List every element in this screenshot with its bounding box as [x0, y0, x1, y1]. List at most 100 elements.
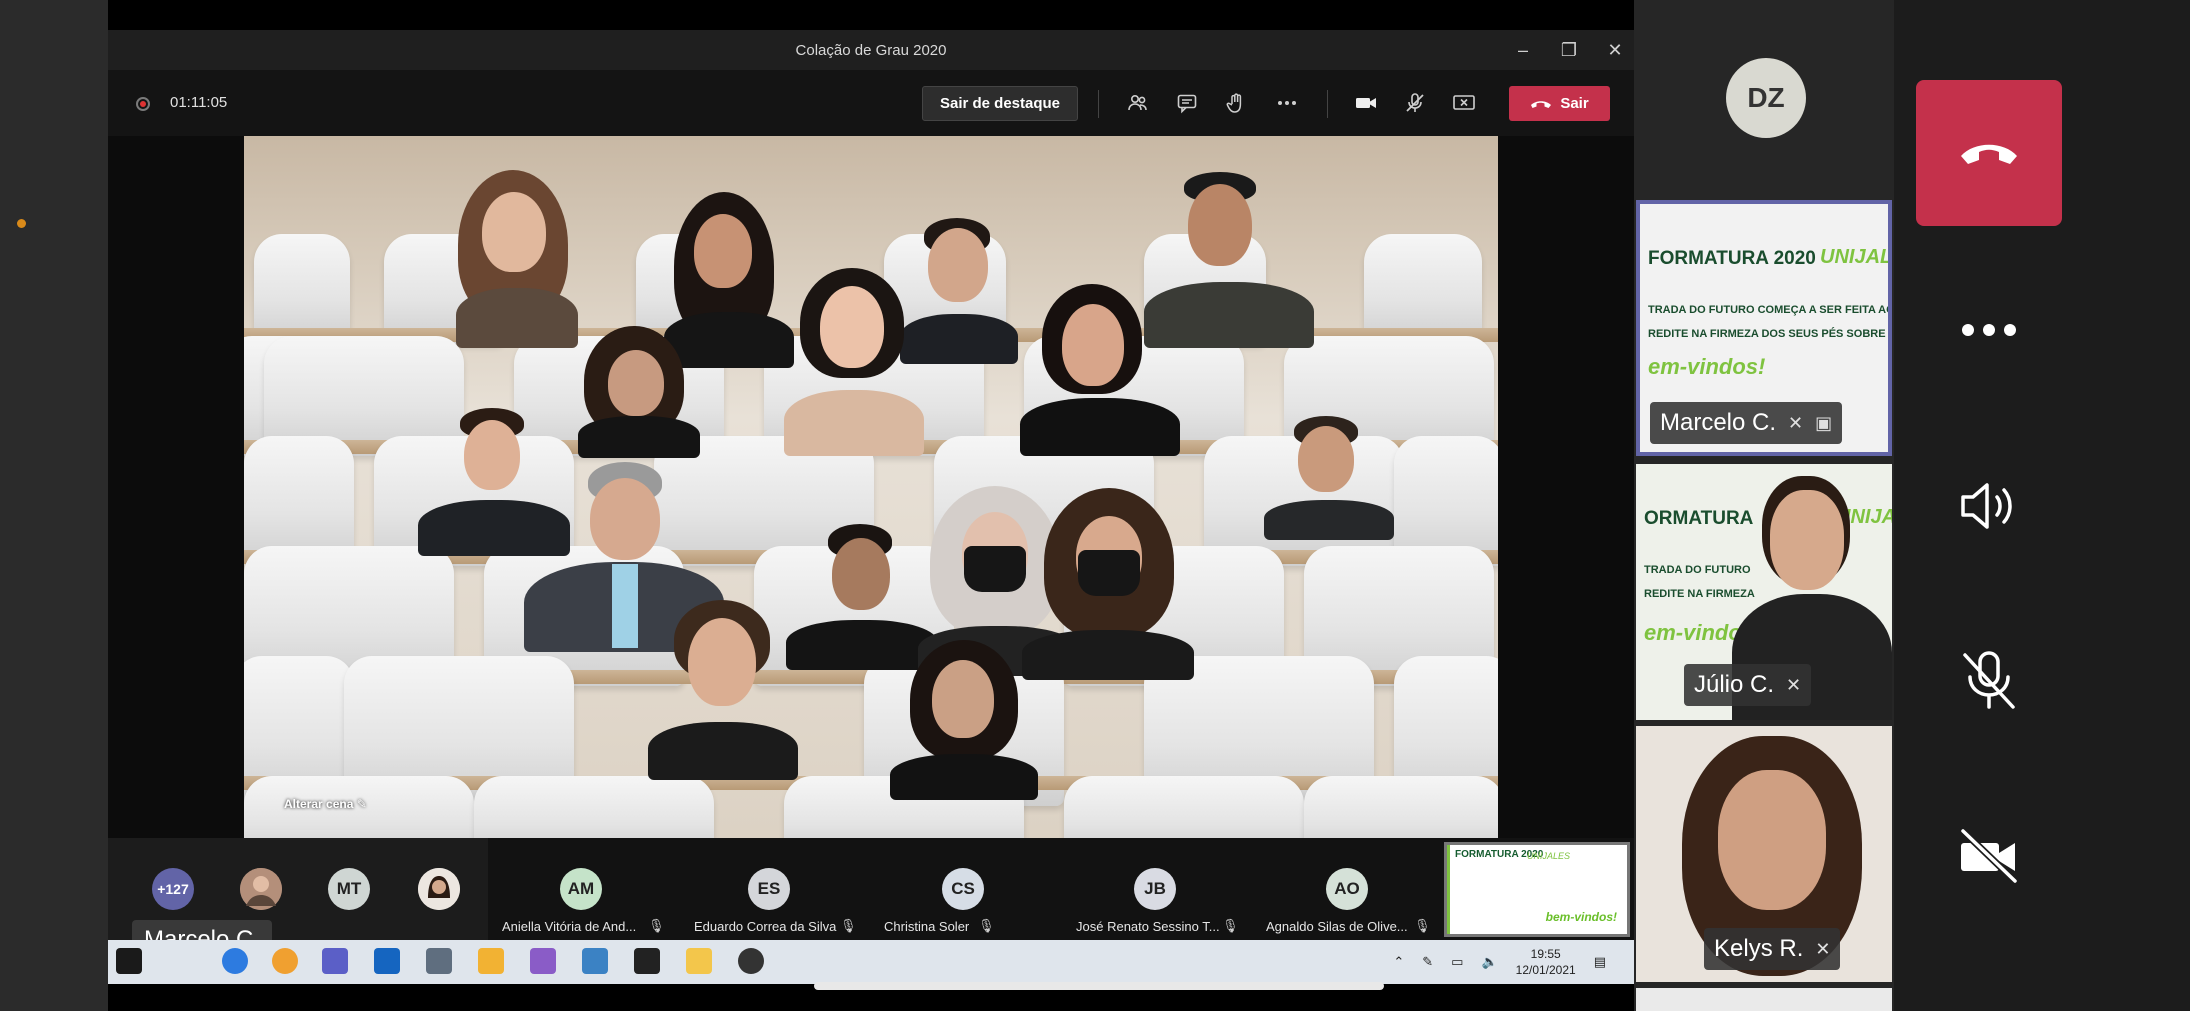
avatar[interactable]: AO [1326, 868, 1368, 910]
together-mode-stage: Alterar cena ✎ [244, 136, 1498, 838]
camera-off-icon [1960, 828, 2018, 884]
mic-off-icon: ✕ [1815, 938, 1831, 959]
participant-tile[interactable]: Kelys R. ✕ [1636, 726, 1892, 982]
call-controls [1894, 0, 2190, 1011]
participant-name: Aniella Vitória de And... [502, 919, 637, 934]
network-icon[interactable]: ▭ [1451, 954, 1463, 970]
camera-icon[interactable] [1353, 90, 1379, 116]
participant-video [634, 600, 814, 780]
raise-hand-icon[interactable] [1223, 90, 1249, 116]
outlook-icon[interactable] [374, 948, 400, 974]
avatar[interactable] [240, 868, 282, 910]
participant-video [774, 268, 934, 458]
notification-dot [17, 219, 26, 228]
microphone-muted-icon [1963, 651, 2015, 709]
title-bar: Colação de Grau 2020 [108, 30, 1634, 70]
start-icon[interactable] [116, 948, 142, 974]
participant-name-badge: Júlio C. ✕ [1684, 664, 1812, 706]
stop-share-icon[interactable] [1451, 90, 1477, 116]
chrome-icon[interactable] [272, 948, 298, 974]
participant-name-badge: Marcelo C. ✕ ▣ [1650, 402, 1843, 444]
mic-off-icon: 🎙 [648, 918, 665, 933]
recording-icon [136, 97, 150, 111]
file-explorer-icon[interactable] [686, 948, 712, 974]
terminal-icon[interactable] [634, 948, 660, 974]
hangup-icon [1961, 144, 2017, 164]
participant-name: Christina Soler [884, 919, 970, 934]
avatar[interactable] [418, 868, 460, 910]
avatar[interactable]: ES [748, 868, 790, 910]
mute-button[interactable] [1916, 630, 2062, 730]
meeting-window: Colação de Grau 2020 – ❐ ✕ 01:11:05 Sair… [108, 0, 1634, 1011]
participant-video [884, 640, 1044, 800]
participant-video [1718, 770, 1826, 910]
chevron-up-icon[interactable]: ⌃ [1393, 954, 1404, 970]
more-participants-badge[interactable]: +127 [152, 868, 194, 910]
participant-tile[interactable] [1636, 988, 1892, 1011]
window-title: Colação de Grau 2020 [795, 41, 947, 59]
window-controls: – ❐ ✕ [1514, 30, 1624, 70]
participant-name: José Renato Sessino T... [1076, 919, 1220, 934]
participant-tile[interactable]: ORMATURA UNIJALES TRADA DO FUTURO REDITE… [1636, 464, 1892, 720]
participant-video [1770, 490, 1844, 590]
pen-icon[interactable]: ✎ [1422, 954, 1433, 970]
app-icon[interactable] [582, 948, 608, 974]
leave-label: Sair [1560, 95, 1589, 112]
speaker-button[interactable] [1916, 456, 2062, 556]
hangup-icon [1531, 100, 1552, 108]
stop-spotlight-button[interactable]: Sair de destaque [922, 86, 1078, 121]
minimize-icon[interactable]: – [1514, 40, 1532, 61]
teams-meeting-screen: Colação de Grau 2020 – ❐ ✕ 01:11:05 Sair… [0, 0, 2190, 1011]
participant-video [1014, 284, 1184, 456]
speaker-icon [1961, 483, 2012, 529]
participant-name-badge: Kelys R. ✕ [1704, 928, 1841, 970]
mic-off-icon: 🎙 [1222, 918, 1239, 933]
screen-scroll-indicator [814, 982, 1384, 990]
volume-icon[interactable]: 🔈 [1481, 954, 1497, 970]
app-icon[interactable] [478, 948, 504, 974]
visual-studio-icon[interactable] [530, 948, 556, 974]
participant-strip: +127 MT AM Aniella Vitória de And... 🎙 E… [108, 838, 1634, 940]
media-icon[interactable] [738, 948, 764, 974]
change-scene-button[interactable]: Alterar cena ✎ [284, 797, 367, 811]
more-options-icon[interactable] [1274, 90, 1300, 116]
pinned-icon: ▣ [1815, 412, 1833, 433]
system-tray: ⌃ ✎ ▭ 🔈 19:55 12/01/2021 ▤ [1393, 946, 1606, 978]
leave-button[interactable]: Sair [1509, 86, 1610, 121]
chat-icon[interactable] [1174, 90, 1200, 116]
mic-off-icon: ✕ [1788, 412, 1804, 433]
close-icon[interactable]: ✕ [1606, 40, 1624, 61]
avatar[interactable]: AM [560, 868, 602, 910]
my-avatar[interactable]: DZ [1726, 58, 1806, 138]
teams-icon[interactable] [322, 948, 348, 974]
end-call-button[interactable] [1916, 80, 2062, 226]
avatar[interactable]: CS [942, 868, 984, 910]
participant-name: Eduardo Correa da Silva [694, 919, 837, 934]
avatar[interactable]: JB [1134, 868, 1176, 910]
participant-video [454, 170, 584, 348]
more-options-icon [1962, 324, 2016, 336]
restore-icon[interactable]: ❐ [1560, 40, 1578, 61]
notifications-icon[interactable]: ▤ [1594, 954, 1606, 970]
app-icon[interactable] [426, 948, 452, 974]
clock[interactable]: 19:55 12/01/2021 [1516, 946, 1576, 978]
participant-name: Agnaldo Silas de Olive... [1266, 919, 1408, 934]
mic-off-icon: 🎙 [1414, 918, 1431, 933]
participant-video [1254, 416, 1404, 546]
shared-content-thumbnail[interactable]: FORMATURA 2020 UNIJALES bem-vindos! [1444, 842, 1630, 937]
camera-off-button[interactable] [1916, 806, 2062, 906]
participant-gallery: DZ FORMATURA 2020 UNIJALES TRADA DO FUTU… [1634, 0, 1894, 1011]
mic-off-icon: 🎙 [840, 918, 857, 933]
microphone-muted-icon[interactable] [1402, 90, 1428, 116]
edge-icon[interactable] [222, 948, 248, 974]
recording-timer: 01:11:05 [170, 94, 228, 111]
mic-off-icon: 🎙 [978, 918, 995, 933]
windows-taskbar: ⌃ ✎ ▭ 🔈 19:55 12/01/2021 ▤ [108, 940, 1634, 984]
meeting-toolbar: 01:11:05 Sair de destaque Sair [108, 70, 1634, 136]
avatar[interactable]: MT [328, 868, 370, 910]
mic-off-icon: ✕ [1786, 674, 1802, 695]
more-options-button[interactable] [1916, 280, 2062, 380]
participants-icon[interactable] [1125, 90, 1151, 116]
participant-tile[interactable]: FORMATURA 2020 UNIJALES TRADA DO FUTURO … [1636, 200, 1892, 456]
participant-video [574, 326, 704, 458]
